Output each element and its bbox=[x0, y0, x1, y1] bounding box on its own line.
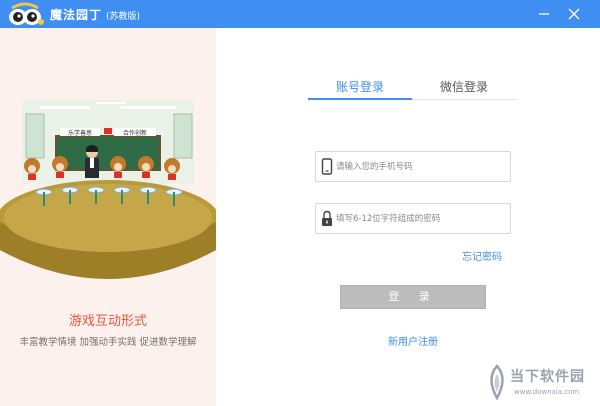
promo-title: 游戏互动形式 bbox=[68, 314, 147, 329]
lock-icon bbox=[322, 210, 332, 226]
mascot-logo-icon bbox=[9, 2, 44, 25]
promo-panel: 乐学善思 合作创新 游戏互动形式 丰富教学情境 加强动手实践 促进数学理解 bbox=[0, 28, 216, 406]
blackboard-tag-right: 合作创新 bbox=[123, 129, 147, 137]
title-bar: 魔法园丁 (苏教版) bbox=[0, 0, 600, 28]
tab-wechat-login[interactable]: 微信登录 bbox=[412, 74, 516, 100]
phone-icon bbox=[321, 158, 333, 175]
close-icon[interactable] bbox=[564, 4, 584, 24]
phone-input[interactable] bbox=[336, 153, 508, 180]
login-tabs: 账号登录 微信登录 bbox=[308, 74, 516, 102]
tab-account-login[interactable]: 账号登录 bbox=[308, 74, 412, 100]
blackboard-tag-left: 乐学善思 bbox=[68, 129, 92, 137]
app-name: 魔法园丁 bbox=[50, 8, 103, 22]
forgot-password-link[interactable]: 忘记密码 bbox=[462, 248, 502, 263]
classroom-illustration: 乐学善思 合作创新 bbox=[0, 100, 216, 279]
watermark-logo-icon bbox=[490, 364, 504, 400]
phone-field[interactable] bbox=[315, 151, 511, 182]
watermark-brand: 当下软件园 bbox=[510, 369, 585, 385]
watermark: 当下软件园 www.downxia.com bbox=[484, 364, 596, 402]
app-title: 魔法园丁 (苏教版) bbox=[50, 6, 140, 23]
register-link[interactable]: 新用户注册 bbox=[388, 333, 438, 348]
login-window: 魔法园丁 (苏教版) 乐学善思 合作创新 游戏互动形式 丰富教学情境 加强动手实… bbox=[0, 0, 600, 406]
watermark-url: www.downxia.com bbox=[514, 388, 580, 396]
login-button[interactable]: 登 录 bbox=[340, 285, 486, 309]
active-tab-indicator bbox=[308, 98, 412, 100]
password-input[interactable] bbox=[336, 205, 508, 232]
minimize-icon[interactable] bbox=[534, 4, 554, 24]
promo-subtitle: 丰富教学情境 加强动手实践 促进数学理解 bbox=[19, 337, 197, 348]
app-edition: (苏教版) bbox=[106, 12, 141, 22]
password-field[interactable] bbox=[315, 203, 511, 234]
